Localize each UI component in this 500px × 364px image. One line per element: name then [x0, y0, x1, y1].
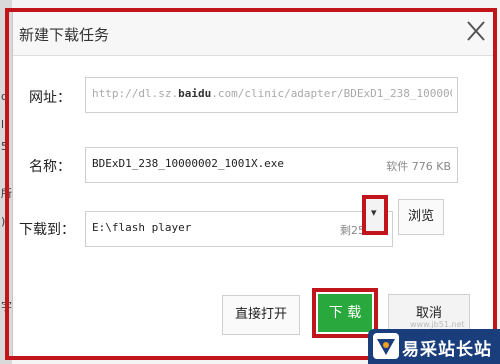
- strip-char: l: [1, 118, 5, 131]
- url-field[interactable]: http://dl.sz.baidu.com/clinic/adapter/BD…: [85, 77, 458, 113]
- file-size: 软件 776 KB: [386, 160, 451, 173]
- strip-char: 5: [1, 140, 8, 153]
- chevron-down-icon: ▾: [371, 206, 377, 219]
- url-suffix: .com/clinic/adapter/BDExD1_238_1000000: [211, 87, 452, 100]
- url-domain: baidu: [178, 87, 212, 100]
- download-button[interactable]: 下 载: [318, 294, 372, 332]
- dialog-title-bar: 新建下载任务: [13, 11, 495, 56]
- open-directly-button[interactable]: 直接打开: [222, 295, 300, 335]
- name-label: 名称：: [29, 159, 71, 175]
- strip-char: ): [1, 215, 6, 228]
- watermark-text: 易采站长站: [402, 340, 492, 360]
- dialog-title: 新建下载任务: [19, 26, 110, 44]
- save-to-label: 下载到：: [19, 222, 75, 238]
- strip-char: 所: [1, 187, 12, 200]
- browse-button[interactable]: 浏览: [398, 199, 444, 235]
- name-field[interactable]: BDExD1_238_10000002_1001X.exe 软件 776 KB: [85, 147, 458, 183]
- url-prefix: http://dl.sz.: [92, 87, 179, 100]
- strip-char: 字: [1, 300, 12, 313]
- watermark-badge: 易采站长站: [368, 329, 500, 364]
- save-path-dropdown[interactable]: ▾: [362, 195, 388, 235]
- watermark-logo-icon: [373, 333, 399, 359]
- background-window-strip: d l 5 所 ) 字: [0, 0, 12, 364]
- save-path-value: E:\flash player: [92, 221, 192, 234]
- close-icon[interactable]: [465, 19, 487, 43]
- watermark-url: www.jb51.net: [410, 320, 465, 329]
- file-name-value: BDExD1_238_10000002_1001X.exe: [92, 157, 285, 170]
- url-label: 网址：: [29, 90, 71, 106]
- save-path-field[interactable]: E:\flash player 剩250 G: [85, 211, 393, 247]
- strip-char: d: [1, 90, 8, 103]
